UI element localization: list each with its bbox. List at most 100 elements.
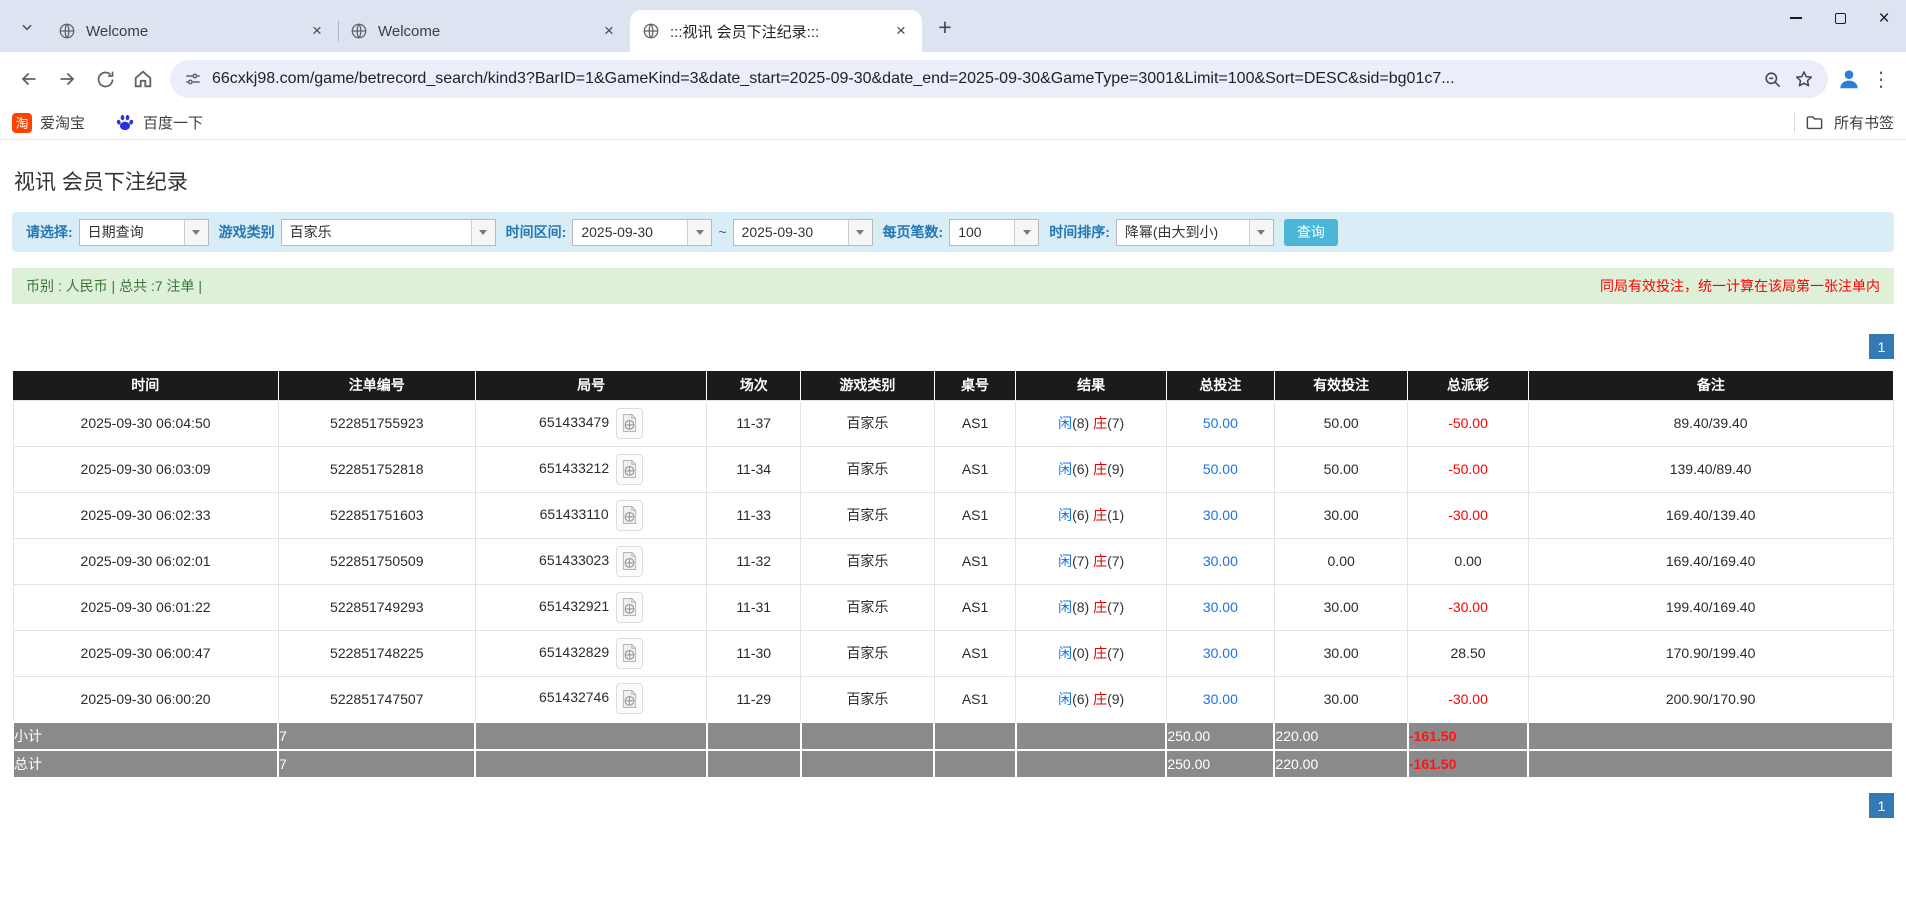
new-tab-button[interactable]: + — [930, 12, 960, 42]
profile-avatar-icon[interactable] — [1836, 66, 1862, 92]
game-type-select[interactable]: 百家乐 — [281, 219, 496, 246]
browser-menu-icon[interactable]: ⋮ — [1866, 67, 1896, 92]
chevron-down-icon[interactable] — [1249, 220, 1273, 245]
notice-red-text: 同局有效投注，统一计算在该局第一张注单内 — [1600, 276, 1880, 296]
cell-valid-bet: 0.00 — [1274, 538, 1407, 584]
cell-payout: -30.00 — [1408, 676, 1528, 722]
back-icon[interactable] — [10, 60, 48, 98]
tab-close-icon[interactable]: × — [890, 20, 912, 42]
tab-title: :::视讯 会员下注纪录::: — [670, 21, 890, 42]
browser-tab-active[interactable]: :::视讯 会员下注纪录::: × — [630, 10, 922, 52]
result-player: 闲 — [1058, 507, 1072, 523]
cell-bet-id: 522851751603 — [278, 492, 475, 538]
video-replay-icon[interactable] — [616, 408, 643, 439]
video-replay-icon[interactable] — [616, 500, 643, 531]
column-header: 结果 — [1016, 371, 1166, 400]
window-maximize-button[interactable] — [1818, 0, 1862, 36]
video-replay-icon[interactable] — [616, 592, 643, 623]
chevron-down-icon[interactable] — [687, 220, 711, 245]
footer-empty — [475, 750, 706, 778]
currency-total-text: 币别 : 人民币 | 总共 :7 注单 | — [26, 276, 202, 296]
column-header: 有效投注 — [1274, 371, 1407, 400]
chevron-down-icon[interactable] — [848, 220, 872, 245]
cell-round: 651432829 — [475, 630, 706, 676]
sort-value: 降幂(由大到小) — [1117, 220, 1249, 245]
round-number: 651432921 — [539, 598, 609, 614]
cell-session: 11-30 — [707, 630, 801, 676]
bookmark-star-icon[interactable] — [1794, 69, 1814, 89]
column-header: 局号 — [475, 371, 706, 400]
url-text[interactable]: 66cxkj98.com/game/betrecord_search/kind3… — [212, 70, 1751, 88]
result-banker-score: (7) — [1107, 415, 1124, 431]
tab-search-chevron-icon[interactable] — [10, 10, 44, 44]
result-player-score: (0) — [1072, 645, 1093, 661]
column-header: 桌号 — [934, 371, 1016, 400]
round-number: 651433212 — [539, 460, 609, 476]
footer-empty — [801, 750, 934, 778]
search-button[interactable]: 查询 — [1284, 219, 1338, 246]
reload-icon[interactable] — [86, 60, 124, 98]
pagination-top: 1 — [12, 334, 1894, 359]
bookmark-taobao[interactable]: 淘 爱淘宝 — [12, 112, 85, 133]
per-page-value: 100 — [950, 220, 1014, 245]
site-settings-icon[interactable] — [184, 70, 202, 88]
bookmark-baidu[interactable]: 百度一下 — [115, 112, 203, 133]
chevron-down-icon[interactable] — [184, 220, 208, 245]
chevron-down-icon[interactable] — [471, 220, 495, 245]
sort-select[interactable]: 降幂(由大到小) — [1116, 219, 1274, 246]
date-start-select[interactable]: 2025-09-30 — [572, 219, 712, 246]
cell-table-no: AS1 — [934, 630, 1016, 676]
subtotal-row: 小计7250.00220.00-161.50 — [13, 722, 1893, 750]
cell-game-type: 百家乐 — [801, 538, 934, 584]
window-close-button[interactable]: × — [1862, 0, 1906, 36]
zoom-magnifier-icon[interactable] — [1763, 70, 1782, 89]
column-header: 场次 — [707, 371, 801, 400]
cell-total-bet: 50.00 — [1166, 446, 1274, 492]
cell-result: 闲(0) 庄(7) — [1016, 630, 1166, 676]
page-number-button[interactable]: 1 — [1869, 793, 1894, 818]
result-banker: 庄 — [1093, 553, 1107, 569]
video-replay-icon[interactable] — [616, 546, 643, 577]
video-replay-icon[interactable] — [616, 683, 643, 714]
cell-session: 11-31 — [707, 584, 801, 630]
home-icon[interactable] — [124, 60, 162, 98]
footer-total-bet: 250.00 — [1166, 750, 1274, 778]
forward-icon[interactable] — [48, 60, 86, 98]
chevron-down-icon[interactable] — [1014, 220, 1038, 245]
result-player-score: (7) — [1072, 553, 1093, 569]
footer-empty — [1528, 722, 1893, 750]
footer-empty — [934, 750, 1016, 778]
cell-result: 闲(6) 庄(9) — [1016, 446, 1166, 492]
result-banker: 庄 — [1093, 691, 1107, 707]
query-type-select[interactable]: 日期查询 — [79, 219, 209, 246]
cell-payout: -50.00 — [1408, 446, 1528, 492]
window-minimize-button[interactable] — [1774, 0, 1818, 36]
cell-total-bet: 50.00 — [1166, 400, 1274, 446]
cell-table-no: AS1 — [934, 492, 1016, 538]
round-number: 651433110 — [540, 506, 609, 522]
browser-tab-2[interactable]: Welcome × — [338, 10, 630, 52]
page-number-button[interactable]: 1 — [1869, 334, 1894, 359]
browser-tab-1[interactable]: Welcome × — [46, 10, 338, 52]
footer-count: 7 — [278, 722, 475, 750]
cell-total-bet: 30.00 — [1166, 676, 1274, 722]
result-banker: 庄 — [1093, 461, 1107, 477]
tab-close-icon[interactable]: × — [598, 20, 620, 42]
date-end-select[interactable]: 2025-09-30 — [733, 219, 873, 246]
video-replay-icon[interactable] — [616, 638, 643, 669]
footer-empty — [707, 750, 801, 778]
video-replay-icon[interactable] — [616, 454, 643, 485]
address-bar[interactable]: 66cxkj98.com/game/betrecord_search/kind3… — [170, 60, 1828, 98]
tab-close-icon[interactable]: × — [306, 20, 328, 42]
cell-result: 闲(6) 庄(9) — [1016, 676, 1166, 722]
per-page-select[interactable]: 100 — [949, 219, 1039, 246]
cell-note: 170.90/199.40 — [1528, 630, 1893, 676]
result-player: 闲 — [1058, 553, 1072, 569]
result-banker-score: (7) — [1107, 553, 1124, 569]
tab-title: Welcome — [86, 23, 306, 40]
cell-round: 651433110 — [475, 492, 706, 538]
cell-bet-id: 522851755923 — [278, 400, 475, 446]
all-bookmarks[interactable]: 所有书签 — [1794, 112, 1894, 133]
result-player-score: (8) — [1072, 599, 1093, 615]
table-row: 2025-09-30 06:00:47522851748225651432829… — [13, 630, 1893, 676]
